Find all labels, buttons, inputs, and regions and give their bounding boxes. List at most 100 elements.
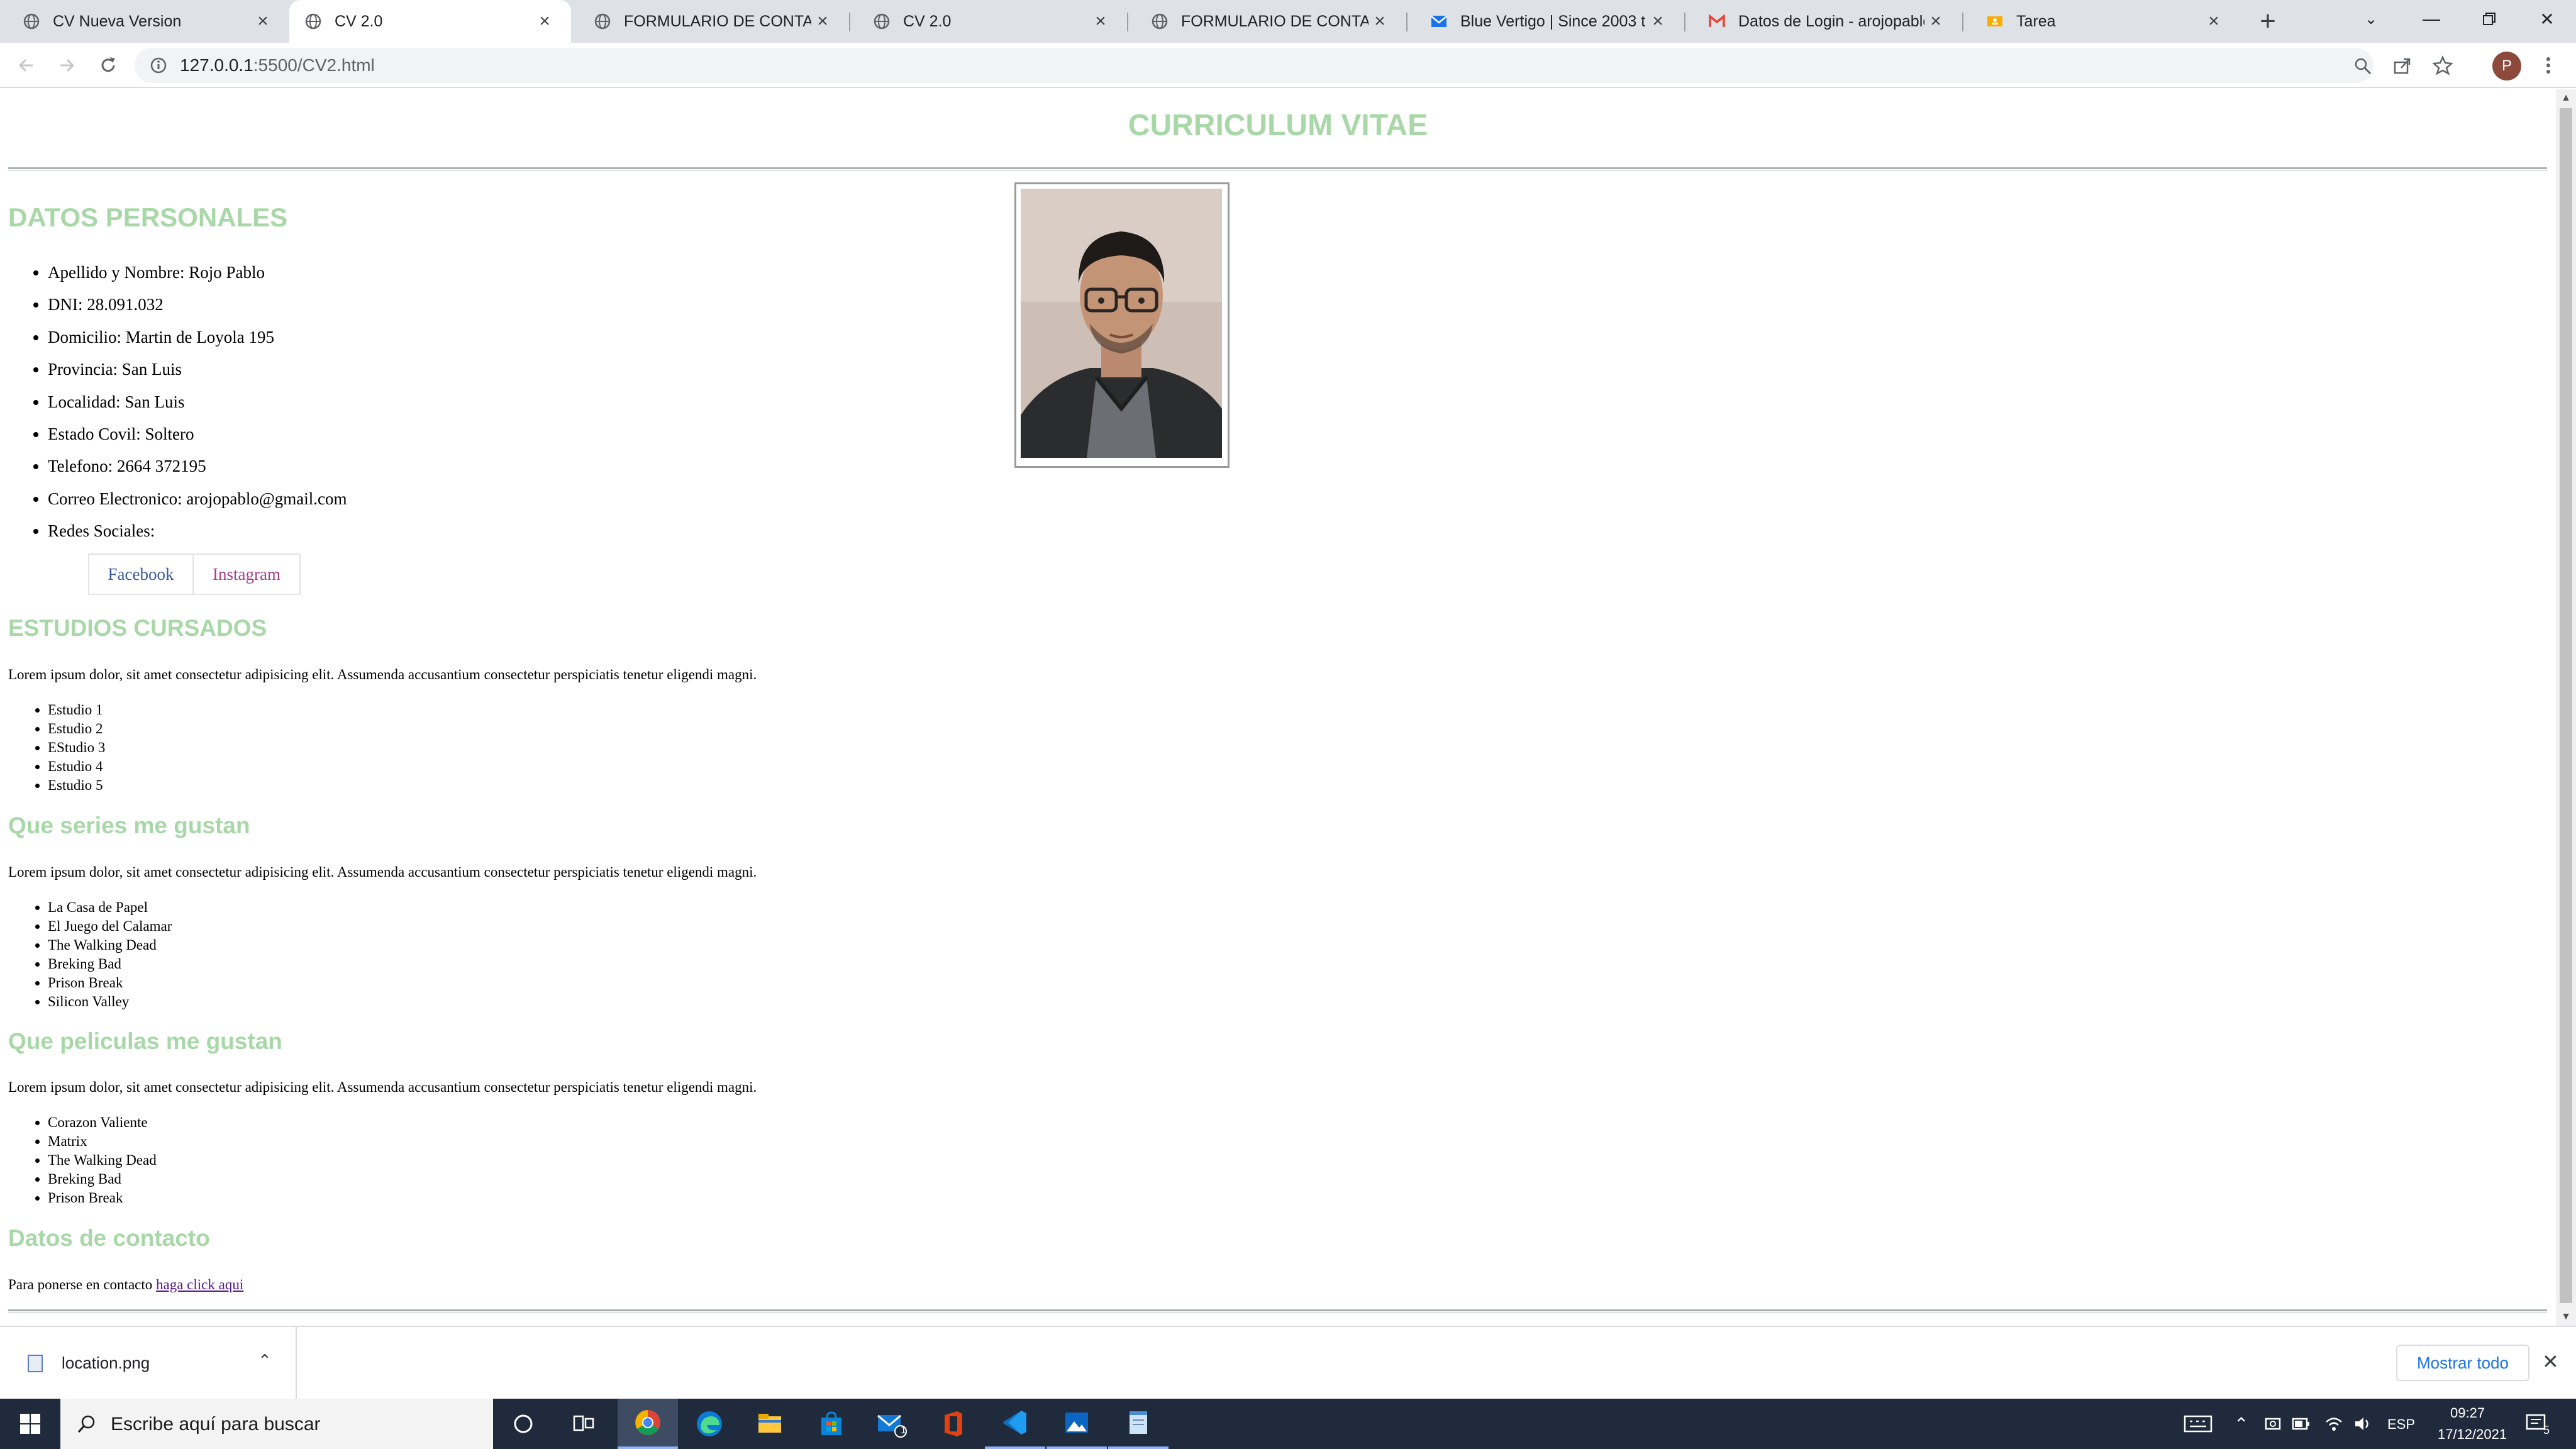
tab-title: Datos de Login - arojopablo@	[1738, 12, 1924, 30]
scroll-down-arrow-icon[interactable]: ▼	[2556, 1308, 2576, 1326]
personal-data-list: Apellido y Nombre: Rojo Pablo DNI: 28.09…	[48, 257, 347, 548]
profile-avatar[interactable]: P	[2492, 52, 2521, 80]
list-item: Matrix	[48, 1132, 157, 1151]
search-placeholder: Escribe aquí para buscar	[111, 1414, 321, 1435]
show-all-button[interactable]: Mostrar todo	[2396, 1345, 2529, 1381]
tab-cv-2[interactable]: CV 2.0 ×	[850, 0, 1127, 43]
tab-gmail-login[interactable]: Datos de Login - arojopablo@ ×	[1685, 0, 1962, 43]
reload-button[interactable]	[92, 49, 125, 82]
office-icon[interactable]	[923, 1399, 984, 1449]
list-item: Localidad: San Luis	[48, 386, 347, 418]
file-explorer-icon[interactable]	[740, 1399, 800, 1449]
forward-button[interactable]	[50, 49, 83, 82]
battery-tray-icon[interactable]	[2292, 1415, 2311, 1436]
list-item: Correo Electronico: arojopablo@gmail.com	[48, 483, 347, 515]
notepad-icon[interactable]	[1108, 1399, 1169, 1449]
url-path: :5500/CV2.html	[253, 55, 375, 75]
show-hidden-icons-icon[interactable]: ⌃	[2234, 1414, 2248, 1435]
list-item: Estudio 5	[48, 776, 105, 795]
chevron-up-icon[interactable]: ⌃	[258, 1351, 272, 1370]
movies-heading: Que peliculas me gustan	[8, 1028, 282, 1054]
close-icon[interactable]: ×	[533, 10, 556, 33]
list-item: Redes Sociales:	[48, 515, 347, 547]
close-window-button[interactable]: ✕	[2518, 0, 2576, 38]
tab-formulario-contacto-2[interactable]: FORMULARIO DE CONTACTO ×	[1128, 0, 1406, 43]
list-item: The Walking Dead	[48, 936, 172, 955]
share-icon[interactable]	[2392, 57, 2411, 79]
minimize-button[interactable]: —	[2402, 0, 2460, 38]
more-options-icon[interactable]	[2532, 49, 2565, 82]
wifi-icon[interactable]	[2324, 1415, 2343, 1436]
vertical-scrollbar[interactable]: ▲ ▼	[2556, 89, 2576, 1326]
notifications-icon[interactable]: 5	[2526, 1413, 2551, 1438]
close-icon[interactable]: ×	[1646, 10, 1669, 33]
download-shelf: location.png ⌃ Mostrar todo ✕	[0, 1326, 2576, 1399]
photos-icon[interactable]	[1046, 1399, 1107, 1449]
tab-strip: CV Nueva Version × CV 2.0 × FORMULARIO D…	[0, 0, 2576, 43]
close-icon[interactable]: ×	[1089, 10, 1112, 33]
meet-now-icon[interactable]	[2264, 1415, 2282, 1436]
social-links: Facebook Instagram	[88, 553, 301, 595]
browser-toolbar: 127.0.0.1:5500/CV2.html P	[0, 43, 2576, 88]
download-filename: location.png	[62, 1353, 150, 1372]
horizontal-rule	[8, 1309, 2547, 1313]
volume-icon[interactable]	[2353, 1415, 2372, 1436]
task-view-icon[interactable]	[553, 1399, 614, 1449]
globe-icon	[23, 13, 40, 30]
download-item[interactable]: location.png ⌃	[0, 1327, 297, 1399]
studies-paragraph: Lorem ipsum dolor, sit amet consectetur …	[8, 667, 757, 682]
movies-list: Corazon Valiente Matrix The Walking Dead…	[48, 1113, 157, 1208]
store-icon[interactable]	[801, 1399, 862, 1449]
windows-start-icon[interactable]	[0, 1399, 60, 1449]
clock-time[interactable]: 09:27	[2450, 1405, 2485, 1421]
tab-search-icon[interactable]: ⌄	[2345, 0, 2397, 38]
site-info-icon[interactable]	[150, 57, 167, 74]
mail-app-icon[interactable]: 1	[862, 1399, 922, 1449]
page-title: CURRICULUM VITAE	[1128, 109, 1428, 142]
tab-formulario-contacto[interactable]: FORMULARIO DE CONTACTO ×	[571, 0, 849, 43]
touch-keyboard-icon[interactable]	[2184, 1414, 2212, 1437]
url-host: 127.0.0.1	[180, 55, 253, 75]
cortana-icon[interactable]	[493, 1399, 553, 1449]
list-item: Breking Bad	[48, 1170, 157, 1189]
list-item: Estudio 4	[48, 757, 105, 776]
series-paragraph: Lorem ipsum dolor, sit amet consectetur …	[8, 864, 757, 880]
new-tab-button[interactable]: +	[2251, 5, 2284, 38]
list-item: Prison Break	[48, 1189, 157, 1208]
close-shelf-icon[interactable]: ✕	[2542, 1350, 2559, 1374]
taskbar-search[interactable]: Escribe aquí para buscar	[60, 1399, 493, 1449]
address-bar[interactable]: 127.0.0.1:5500/CV2.html	[135, 48, 2453, 83]
scroll-up-arrow-icon[interactable]: ▲	[2556, 89, 2576, 107]
tab-cv-nueva-version[interactable]: CV Nueva Version ×	[0, 0, 289, 43]
list-item: Telefono: 2664 372195	[48, 450, 347, 482]
list-item: Breking Bad	[48, 955, 172, 974]
image-file-icon	[28, 1355, 43, 1372]
contact-link[interactable]: haga click aqui	[156, 1277, 243, 1292]
tab-cv-2-active[interactable]: CV 2.0 ×	[289, 0, 571, 43]
instagram-link[interactable]: Instagram	[194, 553, 301, 595]
tab-blue-vertigo[interactable]: Blue Vertigo | Since 2003 the ×	[1407, 0, 1684, 43]
contact-text: Para ponerse en contacto	[8, 1277, 153, 1292]
scrollbar-thumb[interactable]	[2560, 108, 2572, 1303]
bookmark-star-icon[interactable]	[2432, 55, 2453, 79]
close-icon[interactable]: ×	[1368, 10, 1391, 33]
restore-button[interactable]	[2460, 0, 2518, 38]
tab-title: FORMULARIO DE CONTACTO	[1181, 12, 1368, 30]
close-icon[interactable]: ×	[1924, 10, 1947, 33]
back-button[interactable]	[10, 49, 43, 82]
personal-data-heading: DATOS PERSONALES	[8, 203, 288, 232]
vscode-icon[interactable]	[985, 1399, 1045, 1449]
chrome-icon[interactable]	[618, 1399, 678, 1449]
list-item: EStudio 3	[48, 738, 105, 757]
tab-title: CV 2.0	[903, 12, 952, 30]
language-indicator[interactable]: ESP	[2387, 1416, 2415, 1433]
close-icon[interactable]: ×	[811, 10, 834, 33]
zoom-icon[interactable]	[2353, 57, 2372, 79]
close-icon[interactable]: ×	[252, 10, 274, 33]
tab-tarea[interactable]: Tarea ×	[1963, 0, 2240, 43]
facebook-link[interactable]: Facebook	[88, 553, 194, 595]
edge-icon[interactable]	[679, 1399, 740, 1449]
close-icon[interactable]: ×	[2202, 10, 2225, 33]
clock-date[interactable]: 17/12/2021	[2438, 1426, 2507, 1443]
list-item: Estado Covil: Soltero	[48, 418, 347, 450]
